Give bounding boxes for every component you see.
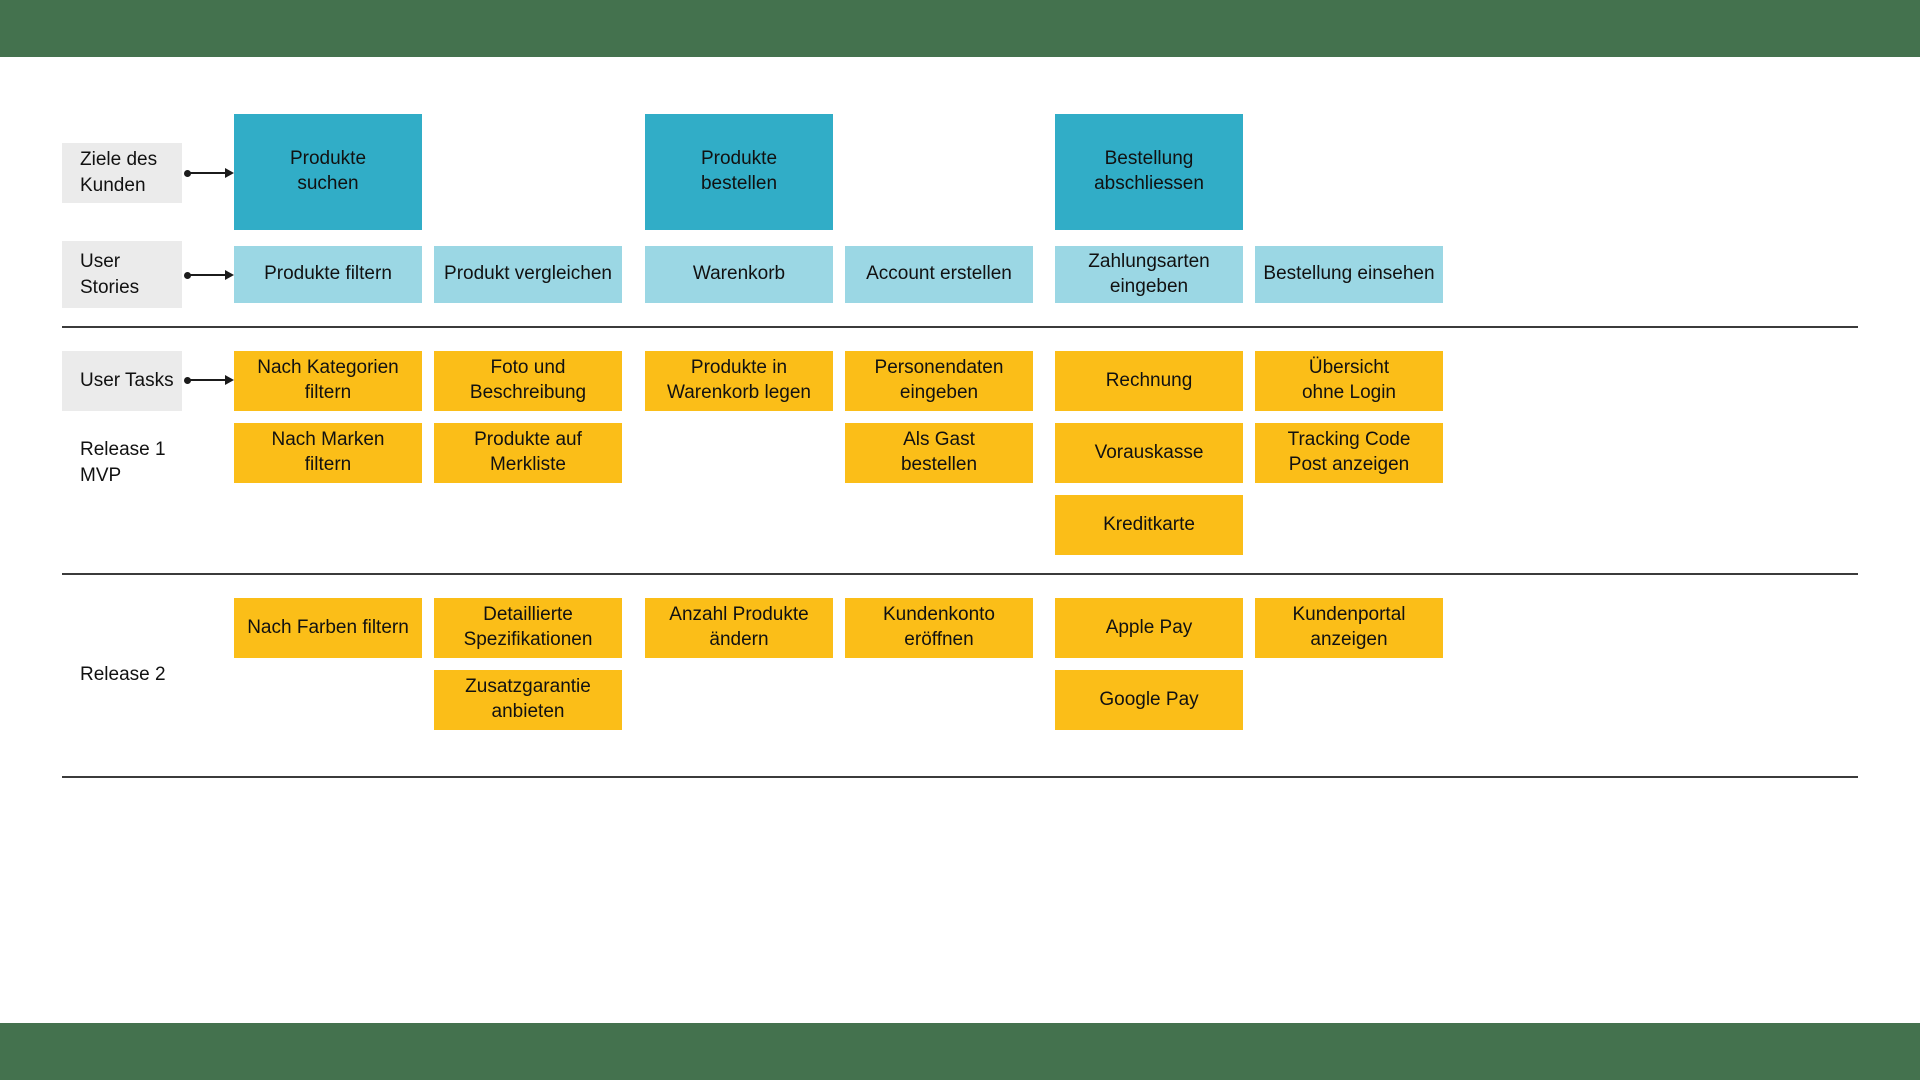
release2-card-7-label: Kundenportal anzeigen bbox=[1292, 604, 1406, 650]
release2-card-2-label: Zusatzgarantie anbieten bbox=[465, 676, 591, 722]
release2-card-7[interactable]: Kundenportal anzeigen bbox=[1255, 598, 1443, 658]
row-label-stories-line1: User bbox=[80, 250, 121, 272]
release1-card-9[interactable]: Kreditkarte bbox=[1055, 495, 1243, 555]
story-card-1[interactable]: Produkt vergleichen bbox=[434, 246, 622, 303]
row-label-release-2: Release 2 bbox=[62, 655, 202, 695]
release2-card-6-label: Google Pay bbox=[1099, 688, 1199, 710]
row-label-goals-line2: Kunden bbox=[80, 175, 146, 196]
arrow-head bbox=[225, 269, 234, 280]
arrow-shaft bbox=[188, 274, 226, 276]
story-card-4[interactable]: Zahlungsarten eingeben bbox=[1055, 246, 1243, 303]
goal-card-2-label: Bestellung abschliessen bbox=[1094, 148, 1204, 194]
release1-card-6[interactable]: Als Gast bestellen bbox=[845, 423, 1033, 483]
story-card-4-label: Zahlungsarten eingeben bbox=[1088, 250, 1210, 297]
release2-card-4[interactable]: Kundenkonto eröffnen bbox=[845, 598, 1033, 658]
divider-above-release-1 bbox=[62, 326, 1858, 328]
release1-card-11-label: Tracking Code Post anzeigen bbox=[1287, 429, 1411, 475]
release1-card-2[interactable]: Foto und Beschreibung bbox=[434, 351, 622, 411]
row-label-release1-line2: MVP bbox=[80, 464, 122, 486]
arrow-shaft bbox=[188, 172, 226, 174]
release2-card-5-label: Apple Pay bbox=[1105, 616, 1193, 638]
goal-card-2[interactable]: Bestellung abschliessen bbox=[1055, 114, 1243, 230]
arrow-goals bbox=[184, 167, 234, 179]
goal-card-1[interactable]: Produkte bestellen bbox=[645, 114, 833, 230]
arrow-user-stories bbox=[184, 269, 234, 281]
arrow-head bbox=[225, 374, 234, 385]
bottom-green-band bbox=[0, 1023, 1920, 1080]
goal-card-1-label: Produkte bestellen bbox=[700, 148, 778, 194]
goal-card-0-label: Produkte suchen bbox=[289, 148, 367, 194]
release2-card-3[interactable]: Anzahl Produkte ändern bbox=[645, 598, 833, 658]
story-card-0[interactable]: Produkte filtern bbox=[234, 246, 422, 303]
release1-card-11[interactable]: Tracking Code Post anzeigen bbox=[1255, 423, 1443, 483]
top-green-band bbox=[0, 0, 1920, 57]
release1-card-10[interactable]: Übersicht ohne Login bbox=[1255, 351, 1443, 411]
release2-card-2[interactable]: Zusatzgarantie anbieten bbox=[434, 670, 622, 730]
release1-card-3-label: Produkte auf Merkliste bbox=[474, 429, 582, 475]
release1-card-9-label: Kreditkarte bbox=[1103, 513, 1195, 535]
arrow-head bbox=[225, 167, 234, 178]
divider-above-release-2 bbox=[62, 573, 1858, 575]
release1-card-0-label: Nach Kategorien filtern bbox=[257, 357, 399, 403]
release2-card-0[interactable]: Nach Farben filtern bbox=[234, 598, 422, 658]
row-label-release2-text: Release 2 bbox=[80, 664, 166, 686]
arrow-user-tasks bbox=[184, 374, 234, 386]
release2-card-3-label: Anzahl Produkte ändern bbox=[669, 604, 809, 650]
story-card-5-label: Bestellung einsehen bbox=[1263, 263, 1435, 285]
release1-card-2-label: Foto und Beschreibung bbox=[469, 357, 587, 403]
release2-card-4-label: Kundenkonto eröffnen bbox=[883, 604, 995, 650]
row-label-stories-line2: Stories bbox=[80, 276, 140, 298]
goal-card-0[interactable]: Produkte suchen bbox=[234, 114, 422, 230]
release1-card-10-label: Übersicht ohne Login bbox=[1301, 357, 1397, 403]
release2-card-0-label: Nach Farben filtern bbox=[247, 616, 409, 638]
release1-card-0[interactable]: Nach Kategorien filtern bbox=[234, 351, 422, 411]
row-label-goals-line1: Ziele des bbox=[80, 149, 158, 171]
release1-card-5-label: Personendaten eingeben bbox=[874, 357, 1004, 403]
story-card-2-label: Warenkorb bbox=[692, 263, 786, 285]
story-card-3-label: Account erstellen bbox=[866, 263, 1012, 285]
release1-card-8-label: Vorauskasse bbox=[1094, 441, 1204, 463]
row-label-tasks-text: User Tasks bbox=[80, 370, 174, 392]
row-label-user-stories: User Stories bbox=[62, 241, 182, 308]
release1-card-3[interactable]: Produkte auf Merkliste bbox=[434, 423, 622, 483]
story-card-3[interactable]: Account erstellen bbox=[845, 246, 1033, 303]
row-label-user-tasks: User Tasks bbox=[62, 351, 182, 411]
story-card-0-label: Produkte filtern bbox=[264, 263, 392, 285]
row-label-release1-line1: Release 1 bbox=[80, 438, 166, 460]
row-label-goals: Ziele des Kunden bbox=[62, 143, 182, 203]
release1-card-7[interactable]: Rechnung bbox=[1055, 351, 1243, 411]
release1-card-1[interactable]: Nach Marken filtern bbox=[234, 423, 422, 483]
release1-card-4[interactable]: Produkte in Warenkorb legen bbox=[645, 351, 833, 411]
release1-card-7-label: Rechnung bbox=[1105, 369, 1193, 391]
story-card-5[interactable]: Bestellung einsehen bbox=[1255, 246, 1443, 303]
release1-card-6-label: Als Gast bestellen bbox=[900, 429, 978, 475]
release1-card-5[interactable]: Personendaten eingeben bbox=[845, 351, 1033, 411]
release1-card-1-label: Nach Marken filtern bbox=[271, 429, 385, 475]
divider-bottom bbox=[62, 776, 1858, 778]
release2-card-1-label: Detaillierte Spezifikationen bbox=[463, 604, 593, 650]
story-map-canvas: Ziele des Kunden User Stories User Tasks… bbox=[0, 0, 1920, 1080]
release2-card-6[interactable]: Google Pay bbox=[1055, 670, 1243, 730]
release2-card-5[interactable]: Apple Pay bbox=[1055, 598, 1243, 658]
story-card-2[interactable]: Warenkorb bbox=[645, 246, 833, 303]
arrow-shaft bbox=[188, 379, 226, 381]
release1-card-4-label: Produkte in Warenkorb legen bbox=[667, 357, 811, 403]
release1-card-8[interactable]: Vorauskasse bbox=[1055, 423, 1243, 483]
row-label-release-1: Release 1 MVP bbox=[62, 435, 202, 490]
release2-card-1[interactable]: Detaillierte Spezifikationen bbox=[434, 598, 622, 658]
story-card-1-label: Produkt vergleichen bbox=[444, 263, 612, 285]
